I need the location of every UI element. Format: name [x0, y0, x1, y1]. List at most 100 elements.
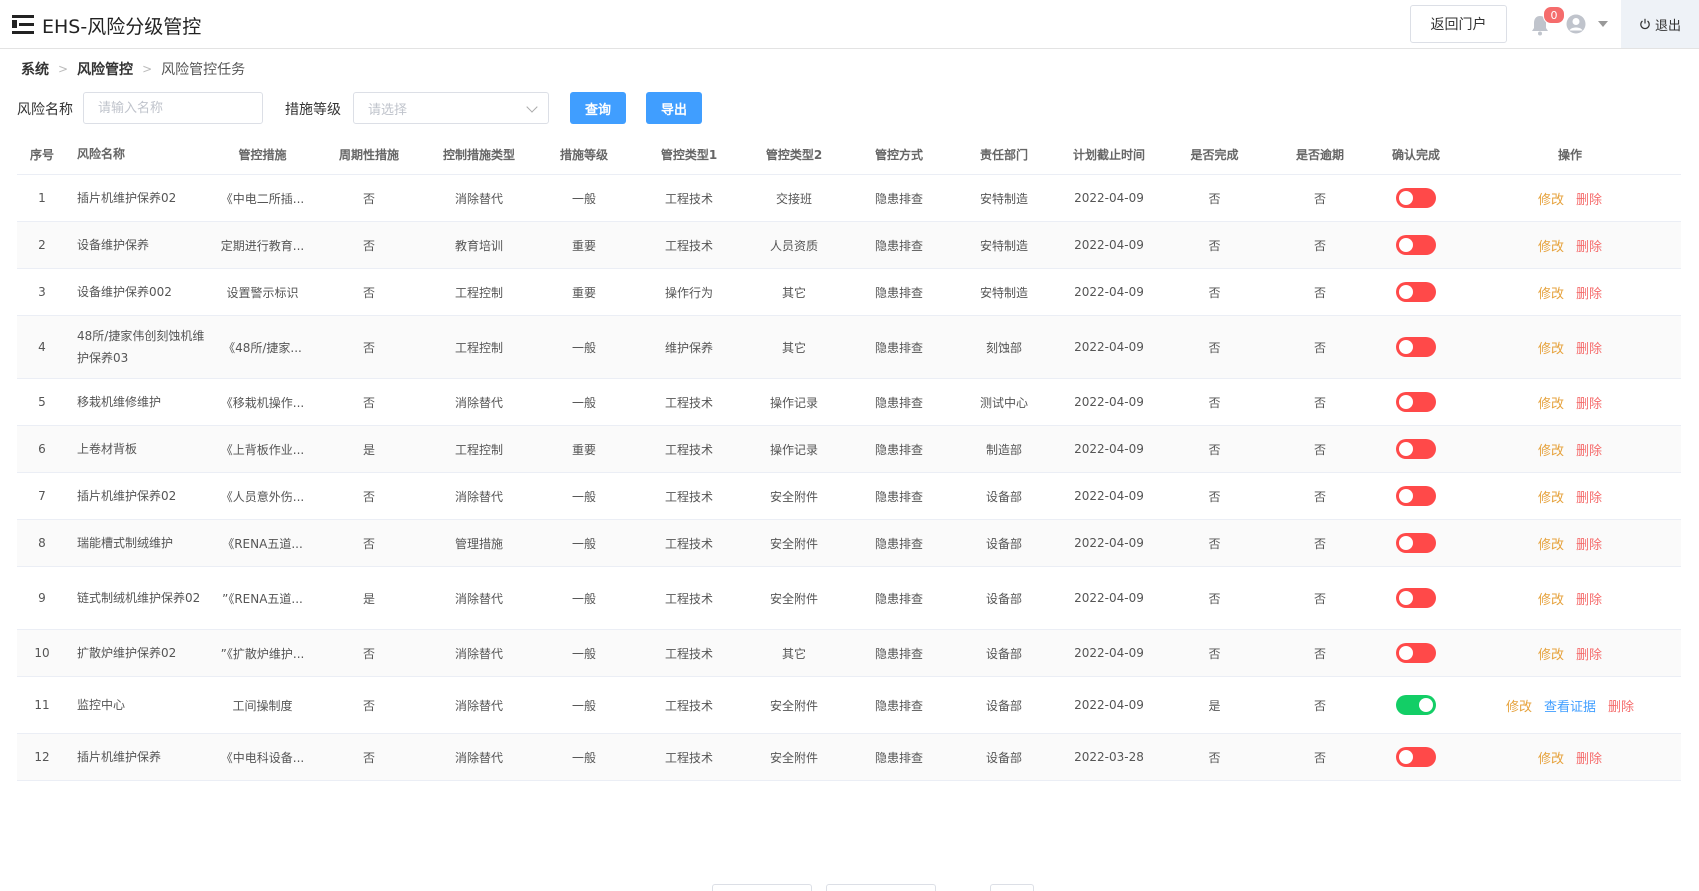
delete-link[interactable]: 删除 [1576, 240, 1602, 255]
delete-link[interactable]: 删除 [1576, 287, 1602, 302]
control-type2-cell: 操作记录 [769, 442, 818, 457]
edit-link[interactable]: 修改 [1538, 491, 1564, 506]
toggle-knob [1399, 395, 1413, 409]
top-bar: EHS-风险分级管控 返回门户 0 退出 [0, 0, 1699, 49]
control-type2-cell: 交接班 [775, 191, 812, 206]
confirm-toggle[interactable] [1396, 588, 1436, 608]
actions-cell: 修改 删除 [1459, 644, 1681, 663]
dept-cell: 设备部 [985, 750, 1022, 765]
column-header: 管控方式 [874, 147, 923, 162]
column-header: 管控类型1 [660, 147, 718, 162]
control-type-cell: 消除替代 [454, 489, 503, 504]
control-method-cell: 隐患排查 [874, 591, 923, 606]
actions-cell: 修改 删除 [1459, 440, 1681, 459]
confirm-toggle[interactable] [1396, 439, 1436, 459]
edit-link[interactable]: 修改 [1538, 444, 1564, 459]
table-row: 9 链式制绒机维护保养02 ”《RENA五道... 是 消除替代 一般 工程技术 安全附件 隐患… [17, 567, 1681, 630]
confirm-toggle[interactable] [1396, 486, 1436, 506]
confirm-toggle[interactable] [1396, 747, 1436, 767]
edit-link[interactable]: 修改 [1538, 593, 1564, 608]
control-method-cell: 隐患排查 [874, 442, 923, 457]
risk-name-cell: 链式制绒机维护保养02 [77, 591, 201, 605]
dept-cell: 安特制造 [979, 238, 1028, 253]
risk-name-cell: 移栽机维修维护 [77, 395, 162, 409]
level-cell: 重要 [571, 285, 596, 300]
completed-cell: 否 [1208, 340, 1221, 355]
edit-link[interactable]: 修改 [1538, 648, 1564, 663]
breadcrumb-item-system[interactable]: 系统 [21, 59, 49, 79]
confirm-toggle[interactable] [1396, 235, 1436, 255]
deadline-cell: 2022-04-09 [1074, 395, 1144, 409]
row-number: 7 [38, 489, 46, 503]
delete-link[interactable]: 删除 [1608, 700, 1634, 715]
overdue-cell: 否 [1313, 285, 1326, 300]
edit-link[interactable]: 修改 [1538, 193, 1564, 208]
edit-link[interactable]: 修改 [1538, 342, 1564, 357]
delete-link[interactable]: 删除 [1576, 491, 1602, 506]
confirm-cell [1373, 533, 1459, 553]
return-portal-button[interactable]: 返回门户 [1410, 5, 1507, 43]
level-cell: 一般 [571, 489, 596, 504]
breadcrumb-item-current: 风险管控任务 [161, 62, 246, 78]
periodic-cell: 是 [362, 442, 375, 457]
confirm-toggle[interactable] [1396, 282, 1436, 302]
confirm-toggle[interactable] [1396, 392, 1436, 412]
delete-link[interactable]: 删除 [1576, 193, 1602, 208]
risk-name-cell: 瑞能槽式制绒维护 [77, 536, 174, 550]
table-row: 1 插片机维护保养02 《中电二所插... 否 消除替代 一般 工程技术 交接班 隐患排查 安特制… [17, 175, 1681, 222]
row-number: 6 [38, 442, 46, 456]
edit-link[interactable]: 修改 [1538, 240, 1564, 255]
query-button[interactable]: 查询 [570, 92, 626, 124]
edit-link[interactable]: 修改 [1538, 538, 1564, 553]
control-type-cell: 工程控制 [454, 442, 503, 457]
menu-toggle-icon[interactable] [12, 14, 34, 34]
control-method-cell: 隐患排查 [874, 191, 923, 206]
completed-cell: 否 [1208, 285, 1221, 300]
column-header: 计划截止时间 [1072, 147, 1145, 162]
delete-link[interactable]: 删除 [1576, 444, 1602, 459]
risk-name-input[interactable] [83, 92, 263, 124]
risk-name-cell: 监控中心 [77, 698, 126, 712]
confirm-toggle[interactable] [1396, 337, 1436, 357]
row-number: 10 [34, 646, 50, 660]
delete-link[interactable]: 删除 [1576, 342, 1602, 357]
toggle-knob [1399, 591, 1413, 605]
column-header: 是否逾期 [1295, 147, 1344, 162]
export-button[interactable]: 导出 [646, 92, 702, 124]
edit-link[interactable]: 修改 [1538, 397, 1564, 412]
overdue-cell: 否 [1313, 191, 1326, 206]
logout-button[interactable]: 退出 [1621, 0, 1699, 48]
completed-cell: 否 [1208, 395, 1221, 410]
edit-link[interactable]: 修改 [1538, 752, 1564, 767]
confirm-cell [1373, 747, 1459, 767]
completed-cell: 是 [1208, 698, 1221, 713]
measure-level-select[interactable]: 请选择 [353, 92, 549, 124]
chevron-down-icon[interactable] [1598, 21, 1608, 27]
confirm-toggle[interactable] [1396, 695, 1436, 715]
control-measure-cell: 《RENA五道... [222, 536, 303, 551]
delete-link[interactable]: 删除 [1576, 538, 1602, 553]
dept-cell: 设备部 [985, 646, 1022, 661]
view-evidence-link[interactable]: 查看证据 [1544, 700, 1596, 715]
edit-link[interactable]: 修改 [1538, 287, 1564, 302]
breadcrumb-item-risk-control[interactable]: 风险管控 [77, 59, 133, 79]
deadline-cell: 2022-03-28 [1074, 750, 1144, 764]
user-avatar-icon[interactable] [1566, 14, 1586, 34]
delete-link[interactable]: 删除 [1576, 752, 1602, 767]
delete-link[interactable]: 删除 [1576, 648, 1602, 663]
dept-cell: 测试中心 [979, 395, 1028, 410]
control-measure-cell: 《48所/捷家... [223, 340, 302, 355]
edit-link[interactable]: 修改 [1506, 700, 1532, 715]
confirm-toggle[interactable] [1396, 188, 1436, 208]
control-type2-cell: 操作记录 [769, 395, 818, 410]
periodic-cell: 否 [362, 646, 375, 661]
control-type1-cell: 工程技术 [664, 489, 713, 504]
overdue-cell: 否 [1313, 442, 1326, 457]
confirm-toggle[interactable] [1396, 533, 1436, 553]
delete-link[interactable]: 删除 [1576, 593, 1602, 608]
toggle-knob [1399, 340, 1413, 354]
measure-level-label: 措施等级 [285, 102, 341, 118]
confirm-toggle[interactable] [1396, 643, 1436, 663]
confirm-cell [1373, 392, 1459, 412]
delete-link[interactable]: 删除 [1576, 397, 1602, 412]
